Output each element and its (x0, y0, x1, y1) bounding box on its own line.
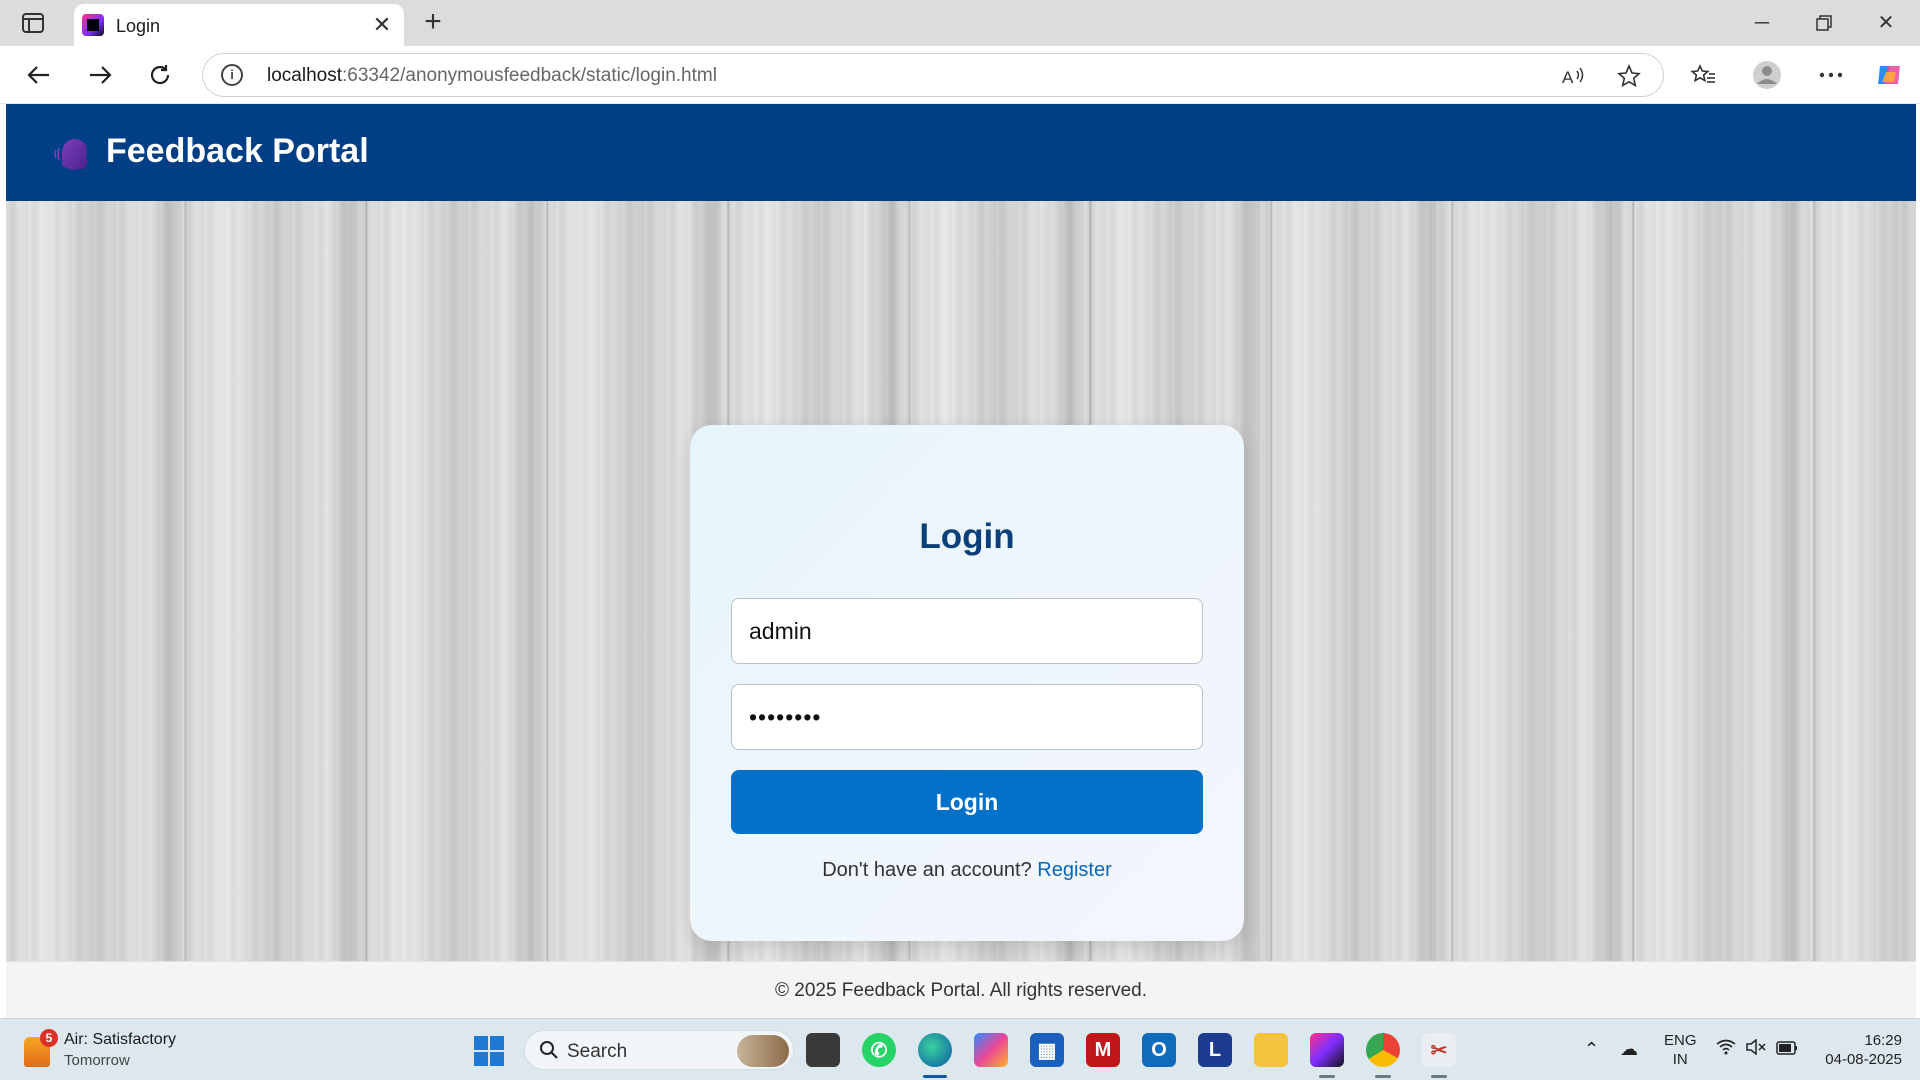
region-code: IN (1672, 1051, 1688, 1068)
browser-tab-active[interactable]: Login ✕ (74, 4, 404, 46)
login-button[interactable]: Login (731, 770, 1203, 834)
restore-icon[interactable] (1804, 8, 1844, 38)
more-options-icon[interactable] (1814, 58, 1848, 92)
input-language[interactable]: ENG IN (1664, 1031, 1697, 1069)
close-tab-icon[interactable]: ✕ (370, 13, 394, 37)
outlook-icon[interactable]: O (1142, 1033, 1176, 1067)
site-info-icon[interactable]: i (221, 64, 243, 86)
register-prompt: Don't have an account? Register (690, 859, 1244, 882)
login-heading: Login (919, 517, 1015, 556)
register-link[interactable]: Register (1037, 859, 1111, 881)
minimize-icon[interactable]: ─ (1742, 8, 1782, 38)
taskbar-search-box[interactable]: Search (524, 1030, 794, 1070)
favorites-icon[interactable] (1686, 58, 1720, 92)
file-explorer-icon[interactable] (1254, 1033, 1288, 1067)
language-code: ENG (1664, 1032, 1697, 1049)
edge-browser-icon[interactable] (918, 1033, 952, 1078)
new-tab-button[interactable]: + (418, 7, 448, 38)
profile-avatar-icon[interactable] (1750, 58, 1784, 92)
weather-badge: 5 (40, 1029, 58, 1047)
search-label: Search (567, 1041, 628, 1062)
start-menu-icon[interactable] (474, 1036, 504, 1066)
show-hidden-icons-chevron-icon[interactable]: ⌃ (1584, 1039, 1599, 1060)
system-clock[interactable]: 16:29 04-08-2025 (1816, 1031, 1902, 1069)
username-input[interactable]: admin (731, 598, 1203, 664)
intellij-favicon-icon (82, 14, 104, 36)
chrome-icon[interactable] (1366, 1033, 1400, 1078)
onedrive-cloud-icon[interactable]: ☁ (1620, 1039, 1638, 1060)
browser-toolbar: i localhost:63342/anonymousfeedback/stat… (0, 46, 1920, 104)
weather-subtitle: Tomorrow (64, 1052, 130, 1069)
forward-icon[interactable] (83, 58, 117, 92)
copilot-app-icon[interactable] (974, 1033, 1008, 1067)
address-bar[interactable]: i localhost:63342/anonymousfeedback/stat… (202, 53, 1664, 97)
search-highlight-owl-icon (737, 1035, 789, 1067)
register-prompt-text: Don't have an account? (822, 859, 1032, 881)
site-footer: © 2025 Feedback Portal. All rights reser… (6, 961, 1916, 1018)
weather-status[interactable]: Air: Satisfactory (64, 1031, 176, 1049)
login-card: Login admin •••••••• Login Don't have an… (690, 425, 1244, 941)
wifi-icon[interactable] (1716, 1039, 1736, 1060)
microsoft-store-icon[interactable]: ▦ (1030, 1033, 1064, 1067)
battery-icon[interactable] (1776, 1039, 1798, 1060)
mcafee-icon[interactable]: M (1086, 1033, 1120, 1067)
search-icon (540, 1041, 558, 1059)
lenovo-vantage-icon[interactable]: L (1198, 1033, 1232, 1067)
browser-tab-bar: Login ✕ + ─ ✕ (0, 0, 1920, 46)
speaking-head-icon (54, 139, 89, 170)
page-viewport: Feedback Portal Login admin •••••••• Log… (6, 104, 1916, 1018)
refresh-icon[interactable] (143, 58, 177, 92)
site-header: Feedback Portal (6, 104, 1916, 201)
read-aloud-icon[interactable]: A (1559, 62, 1587, 90)
intellij-idea-icon[interactable] (1310, 1033, 1344, 1078)
snipping-tool-icon[interactable]: ✂ (1422, 1033, 1456, 1078)
password-input[interactable]: •••••••• (731, 684, 1203, 750)
tab-title: Login (116, 16, 161, 36)
volume-muted-icon[interactable] (1746, 1038, 1766, 1060)
copilot-icon[interactable] (1872, 58, 1906, 92)
url-text: localhost:63342/anonymousfeedback/static… (267, 65, 717, 86)
task-view-icon[interactable] (806, 1033, 840, 1067)
windows-taskbar: 5 Air: Satisfactory Tomorrow Search ✆ ▦ … (0, 1018, 1920, 1080)
site-title: Feedback Portal (106, 132, 369, 170)
svg-text:A: A (1562, 68, 1574, 87)
back-icon[interactable] (22, 58, 56, 92)
close-window-icon[interactable]: ✕ (1866, 8, 1906, 38)
clock-date: 04-08-2025 (1825, 1051, 1902, 1068)
clock-time: 16:29 (1864, 1032, 1902, 1049)
favorite-star-icon[interactable] (1615, 62, 1643, 90)
whatsapp-icon[interactable]: ✆ (862, 1033, 896, 1067)
tab-actions-icon[interactable] (18, 11, 48, 35)
